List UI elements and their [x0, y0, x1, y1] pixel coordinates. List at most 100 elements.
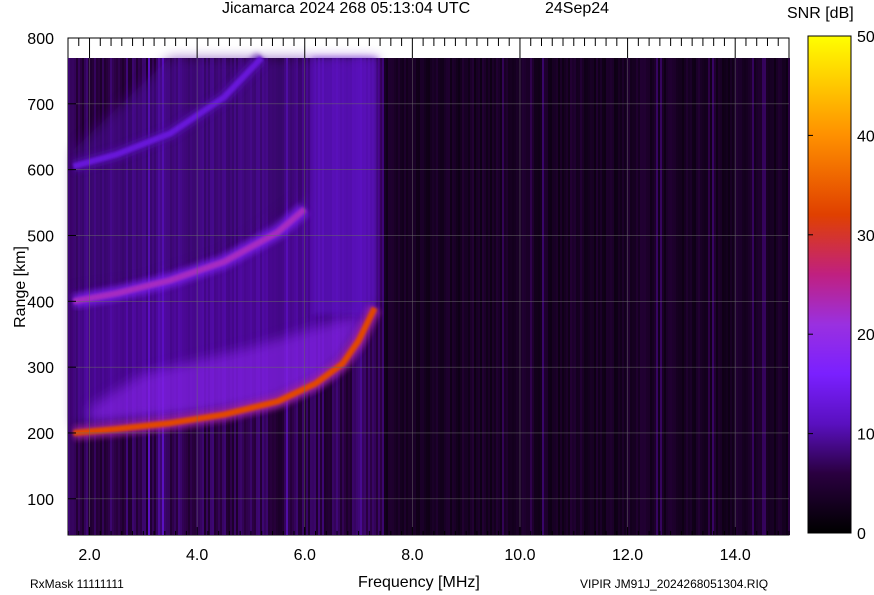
- noise-stripe: [616, 58, 618, 535]
- noise-stripe: [456, 58, 458, 535]
- noise-stripe: [712, 58, 714, 535]
- noise-stripe: [742, 58, 744, 535]
- noise-stripe: [608, 58, 610, 535]
- noise-stripe: [530, 58, 532, 535]
- noise-stripe: [420, 58, 422, 535]
- noise-stripe: [748, 58, 750, 535]
- noise-stripe: [592, 58, 594, 535]
- noise-stripe: [574, 58, 576, 535]
- noise-stripe: [596, 58, 598, 535]
- noise-stripe: [604, 58, 606, 535]
- noise-stripe: [406, 58, 408, 535]
- noise-stripe: [528, 58, 530, 535]
- noise-stripe: [740, 58, 742, 535]
- noise-stripe: [602, 58, 604, 535]
- noise-stripe: [776, 58, 778, 535]
- noise-stripe: [788, 58, 790, 535]
- noise-stripe: [416, 58, 418, 535]
- noise-stripe: [440, 58, 442, 535]
- noise-stripe: [678, 58, 680, 535]
- y-tick-label: 200: [27, 426, 54, 443]
- noise-stripe: [428, 58, 430, 535]
- noise-stripe: [598, 58, 600, 535]
- noise-stripe: [762, 58, 764, 535]
- noise-stripe: [492, 58, 494, 535]
- noise-stripe: [538, 58, 540, 535]
- rx-mask-label: RxMask 11111111: [30, 577, 124, 591]
- noise-stripe: [722, 58, 724, 535]
- noise-stripe: [622, 58, 624, 535]
- noise-stripe: [634, 58, 636, 535]
- noise-stripe: [388, 58, 390, 535]
- noise-stripe: [606, 58, 608, 535]
- noise-stripe: [720, 58, 722, 535]
- noise-stripe: [726, 58, 728, 535]
- y-tick-label: 800: [27, 31, 54, 48]
- noise-stripe: [516, 58, 518, 535]
- noise-stripe: [468, 58, 470, 535]
- noise-stripe: [744, 58, 746, 535]
- noise-stripe: [424, 58, 426, 535]
- noise-stripe: [534, 58, 536, 535]
- noise-stripe: [718, 58, 720, 535]
- noise-stripe: [394, 58, 396, 535]
- noise-stripe: [554, 58, 556, 535]
- noise-stripe: [646, 58, 648, 535]
- noise-stripe: [630, 58, 632, 535]
- noise-stripe: [462, 58, 464, 535]
- noise-stripe: [556, 58, 558, 535]
- noise-stripe: [458, 58, 460, 535]
- noise-stripe: [724, 58, 726, 535]
- y-axis-label: Range [km]: [12, 246, 29, 328]
- noise-stripe: [686, 58, 688, 535]
- noise-stripe: [392, 58, 394, 535]
- noise-stripe: [382, 58, 384, 535]
- noise-stripe: [638, 58, 640, 535]
- noise-stripe: [502, 58, 504, 535]
- noise-stripe: [474, 58, 476, 535]
- noise-stripe: [774, 58, 776, 535]
- noise-stripe: [694, 58, 696, 535]
- noise-stripe: [730, 58, 732, 535]
- noise-stripe: [390, 58, 392, 535]
- noise-stripe: [454, 58, 456, 535]
- x-tick-label: 2.0: [78, 547, 100, 564]
- noise-stripe: [380, 58, 382, 535]
- noise-stripe: [496, 58, 498, 535]
- noise-stripe: [498, 58, 500, 535]
- noise-stripe: [520, 58, 522, 535]
- noise-stripe: [430, 58, 432, 535]
- noise-stripe: [494, 58, 496, 535]
- noise-stripe: [662, 58, 664, 535]
- y-tick-label: 600: [27, 163, 54, 180]
- noise-stripe: [784, 58, 786, 535]
- x-tick-label: 4.0: [186, 547, 208, 564]
- noise-stripe: [642, 58, 644, 535]
- noise-stripe: [768, 58, 770, 535]
- noise-stripe: [706, 58, 708, 535]
- noise-stripe: [628, 58, 630, 535]
- noise-stripe: [754, 58, 756, 535]
- noise-stripe: [426, 58, 428, 535]
- noise-stripe: [684, 58, 686, 535]
- noise-stripe: [668, 58, 670, 535]
- noise-stripe: [656, 58, 658, 535]
- noise-stripe: [782, 58, 784, 535]
- noise-stripe: [464, 58, 466, 535]
- noise-stripe: [562, 58, 564, 535]
- noise-stripe: [476, 58, 478, 535]
- noise-stripe: [772, 58, 774, 535]
- noise-stripe: [560, 58, 562, 535]
- noise-stripe: [624, 58, 626, 535]
- noise-stripe: [558, 58, 560, 535]
- noise-stripe: [470, 58, 472, 535]
- noise-stripe: [714, 58, 716, 535]
- noise-stripe: [770, 58, 772, 535]
- noise-stripe: [750, 58, 752, 535]
- noise-stripe: [660, 58, 662, 535]
- noise-stripe: [552, 58, 554, 535]
- noise-stripe: [446, 58, 448, 535]
- noise-stripe: [422, 58, 424, 535]
- noise-stripe: [698, 58, 700, 535]
- noise-stripe: [506, 58, 508, 535]
